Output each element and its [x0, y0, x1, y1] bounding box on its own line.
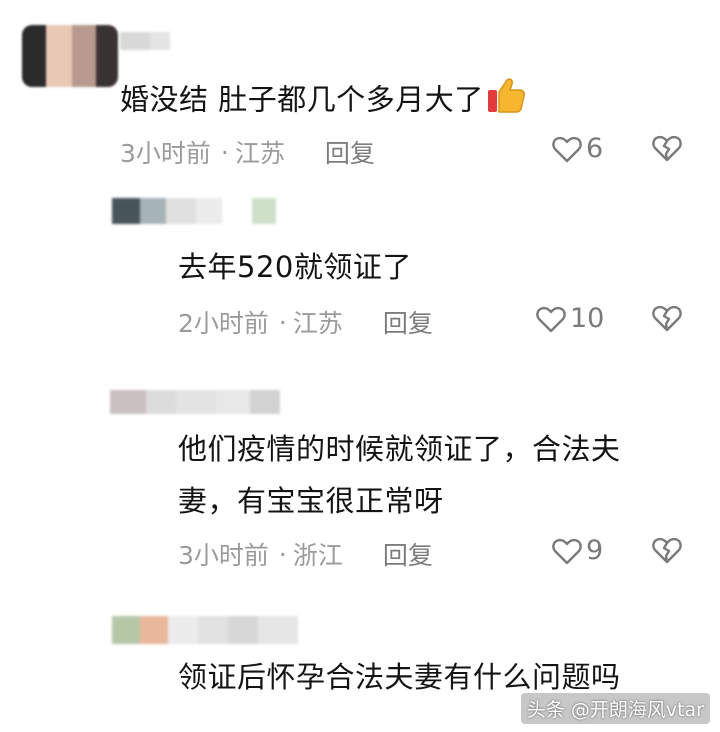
reply-button[interactable]: 回复 [383, 536, 433, 572]
meta-separator: · [278, 307, 287, 337]
like-count: 9 [586, 535, 604, 566]
avatar[interactable] [22, 25, 118, 87]
user-avatar-name-blurred[interactable] [110, 390, 280, 414]
broken-heart-icon [652, 305, 682, 332]
thumbs-up-emoji-icon [486, 76, 526, 127]
watermark: 头条 @开朗海风vtar [520, 693, 710, 724]
dislike-button[interactable] [652, 536, 682, 568]
comment-item: 他们疫情的时候就领证了，合法夫 妻，有宝宝很正常呀 3小时前 · 浙江 回复 9 [0, 360, 720, 600]
comment-item: 婚没结 肚子都几个多月大了 3小时前 · 江苏 回复 6 [0, 0, 720, 190]
comment-text: 领证后怀孕合法夫妻有什么问题吗 [178, 660, 621, 694]
like-count: 10 [570, 303, 605, 334]
comment-meta: 2小时前 · 江苏 回复 [178, 304, 433, 340]
comment-item: 去年520就领证了 2小时前 · 江苏 回复 10 [0, 190, 720, 360]
reply-button[interactable]: 回复 [383, 304, 433, 340]
comment-text: 婚没结 肚子都几个多月大了 [120, 76, 526, 127]
comment-text-line: 妻，有宝宝很正常呀 [178, 484, 444, 518]
dislike-button[interactable] [652, 134, 682, 166]
like-button[interactable]: 6 [552, 133, 603, 164]
username-blurred[interactable] [120, 32, 170, 50]
comment-meta: 3小时前 · 江苏 回复 [120, 134, 375, 170]
broken-heart-icon [652, 135, 682, 162]
comment-text-line: 他们疫情的时候就领证了，合法夫 [178, 432, 621, 466]
timestamp: 3小时前 [120, 139, 211, 168]
comment-text: 他们疫情的时候就领证了，合法夫 妻，有宝宝很正常呀 [178, 428, 621, 522]
reply-button[interactable]: 回复 [325, 134, 375, 170]
meta-separator: · [220, 137, 229, 167]
timestamp: 2小时前 [178, 309, 269, 338]
location: 江苏 [292, 309, 343, 338]
location: 浙江 [292, 541, 343, 570]
like-button[interactable]: 10 [536, 303, 604, 334]
meta-separator: · [278, 539, 287, 569]
dislike-button[interactable] [652, 304, 682, 336]
heart-outline-icon [536, 306, 566, 332]
user-avatar-name-blurred[interactable] [112, 616, 298, 644]
like-count: 6 [586, 133, 604, 164]
heart-outline-icon [552, 538, 582, 564]
location: 江苏 [234, 139, 285, 168]
comment-meta: 3小时前 · 浙江 回复 [178, 536, 433, 572]
broken-heart-icon [652, 537, 682, 564]
user-avatar-name-blurred[interactable] [112, 198, 276, 224]
like-button[interactable]: 9 [552, 535, 603, 566]
comment-text: 去年520就领证了 [178, 250, 412, 284]
heart-outline-icon [552, 136, 582, 162]
timestamp: 3小时前 [178, 541, 269, 570]
